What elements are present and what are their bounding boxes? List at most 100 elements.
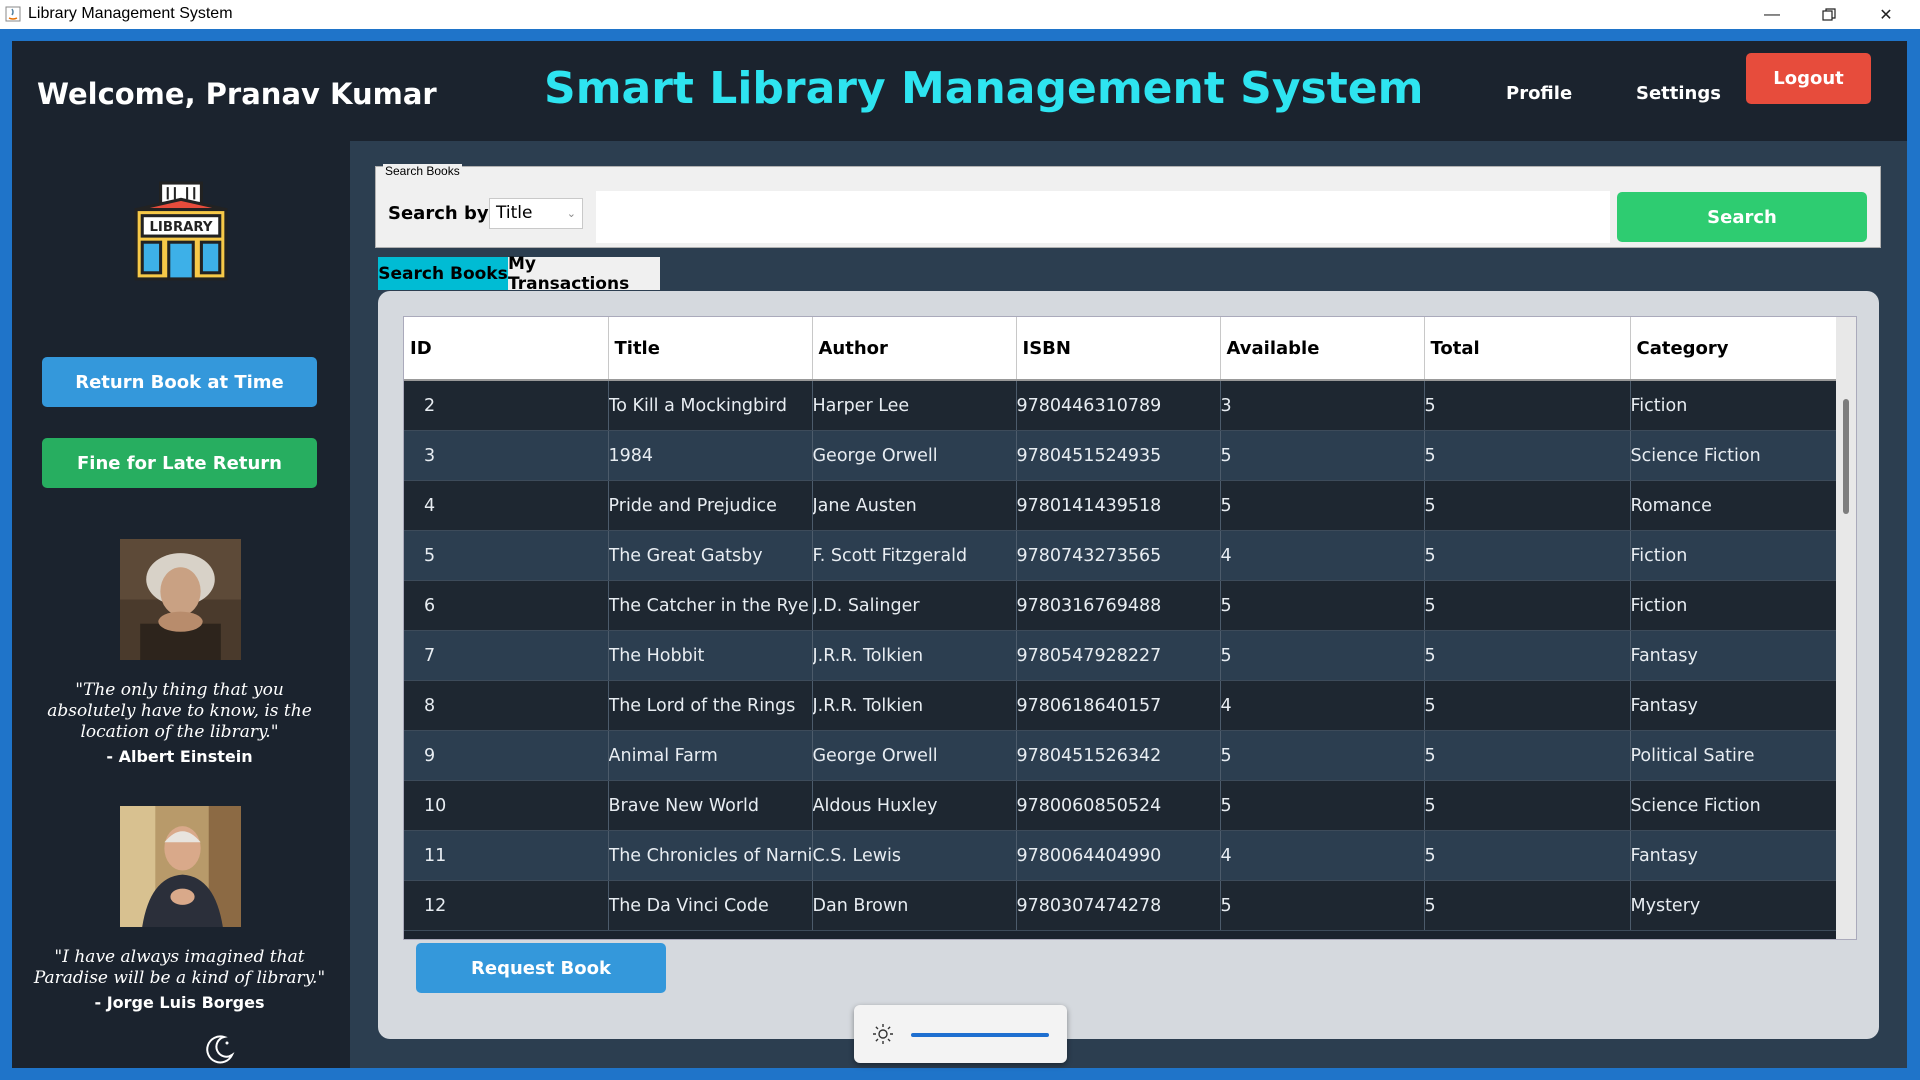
column-header-total[interactable]: Total [1424,317,1631,381]
column-header-title[interactable]: Title [608,317,813,381]
table-scrollbar[interactable] [1836,317,1856,939]
search-by-label: Search by: [388,203,496,224]
table-cell: 9780446310789 [1016,380,1221,431]
brightness-slider[interactable] [911,1033,1049,1037]
theme-toggle-moon-icon[interactable] [202,1031,238,1067]
table-cell: Fantasy [1630,630,1837,681]
app-title: Smart Library Management System [544,63,1424,114]
table-cell: J.R.R. Tolkien [812,630,1017,681]
table-cell: Harper Lee [812,380,1017,431]
scrollbar-thumb[interactable] [1843,399,1849,514]
quote-einstein: "The only thing that you absolutely have… [32,680,327,767]
table-row[interactable]: 3 1984 George Orwell 9780451524935 5 5 Science… [404,430,1837,481]
table-cell: 9780618640157 [1016,680,1221,731]
table-cell: Political Satire [1630,730,1837,781]
table-cell: 9780141439518 [1016,480,1221,531]
quote-author: - Jorge Luis Borges [94,993,265,1012]
table-row[interactable]: 11 The Chronicles of Narnia C.S. Lewis 9780… [404,830,1837,881]
table-cell: Romance [1630,480,1837,531]
books-table-container: ID Title Author ISBN Available Total Cat… [403,316,1857,940]
table-cell: 5 [1424,530,1631,581]
tab-search-books[interactable]: Search Books [378,257,508,290]
table-row[interactable]: 6 The Catcher in the Rye J.D. Salinger 9780… [404,580,1837,631]
table-cell: Fiction [1630,530,1837,581]
table-cell: To Kill a Mockingbird [608,380,813,431]
table-cell: 9780451526342 [1016,730,1221,781]
books-table: ID Title Author ISBN Available Total Cat… [404,317,1837,931]
table-row[interactable]: 4 Pride and Prejudice Jane Austen 978014143… [404,480,1837,531]
table-cell: 5 [1424,880,1631,931]
table-cell: 5 [1424,430,1631,481]
column-header-isbn[interactable]: ISBN [1016,317,1221,381]
profile-link[interactable]: Profile [1506,69,1572,119]
table-cell: 9780743273565 [1016,530,1221,581]
main-content: Search Books Search by: Title ⌄ Search S… [350,141,1907,1068]
table-cell: 5 [1424,480,1631,531]
minimize-icon: — [1764,5,1780,23]
table-cell: J.R.R. Tolkien [812,680,1017,731]
chevron-down-icon: ⌄ [566,207,576,220]
table-cell: 9780064404990 [1016,830,1221,881]
maximize-button[interactable] [1801,0,1857,29]
search-field-select[interactable]: Title ⌄ [489,198,583,229]
search-input[interactable] [596,191,1610,243]
table-cell: Science Fiction [1630,430,1837,481]
table-cell: The Great Gatsby [608,530,813,581]
close-window-button[interactable]: ✕ [1858,0,1914,29]
table-cell: 3 [1220,380,1425,431]
table-cell: Dan Brown [812,880,1017,931]
table-cell: 9780451524935 [1016,430,1221,481]
table-cell: 9780060850524 [1016,780,1221,831]
search-button[interactable]: Search [1617,192,1867,242]
column-header-category[interactable]: Category [1630,317,1837,381]
table-cell: J.D. Salinger [812,580,1017,631]
table-cell: 5 [1424,830,1631,881]
table-cell: The Hobbit [608,630,813,681]
table-cell: Jane Austen [812,480,1017,531]
table-cell: Science Fiction [1630,780,1837,831]
table-cell: 5 [1220,780,1425,831]
request-book-button[interactable]: Request Book [416,943,666,993]
table-row[interactable]: 5 The Great Gatsby F. Scott Fitzgerald 9780… [404,530,1837,581]
table-cell: 5 [1220,480,1425,531]
sidebar: LIBRARY Return Book at Time Fine for Lat… [12,141,352,1064]
return-book-button[interactable]: Return Book at Time [42,357,317,407]
table-cell: 1984 [608,430,813,481]
brightness-sun-icon [873,1024,893,1044]
table-cell: Fantasy [1630,830,1837,881]
table-cell: 2 [404,380,609,431]
search-field-value: Title [496,203,533,223]
table-row[interactable]: 8 The Lord of the Rings J.R.R. Tolkien 9780… [404,680,1837,731]
column-header-available[interactable]: Available [1220,317,1425,381]
table-cell: George Orwell [812,430,1017,481]
table-cell: 5 [1424,730,1631,781]
table-cell: C.S. Lewis [812,830,1017,881]
settings-link[interactable]: Settings [1636,69,1721,119]
table-cell: 5 [1424,380,1631,431]
quote-text: "The only thing that you absolutely have… [47,680,312,742]
table-cell: 9780547928227 [1016,630,1221,681]
table-row[interactable]: 7 The Hobbit J.R.R. Tolkien 9780547928227 5 5… [404,630,1837,681]
table-cell: 5 [1424,780,1631,831]
column-header-id[interactable]: ID [404,317,609,381]
table-cell: 5 [1424,630,1631,681]
svg-text:LIBRARY: LIBRARY [149,220,212,235]
fine-late-return-button[interactable]: Fine for Late Return [42,438,317,488]
table-cell: 5 [1220,580,1425,631]
table-header-row: ID Title Author ISBN Available Total Cat… [404,317,1837,381]
restore-icon [1822,7,1836,21]
logout-button[interactable]: Logout [1746,53,1871,104]
table-row[interactable]: 2 To Kill a Mockingbird Harper Lee 97804463… [404,380,1837,431]
table-row[interactable]: 10 Brave New World Aldous Huxley 9780060850… [404,780,1837,831]
table-row[interactable]: 9 Animal Farm George Orwell 9780451526342 5 5… [404,730,1837,781]
tab-my-transactions[interactable]: My Transactions [508,254,660,294]
table-cell: 5 [1424,580,1631,631]
close-icon: ✕ [1879,6,1893,24]
table-row[interactable]: 12 The Da Vinci Code Dan Brown 978030747427… [404,880,1837,931]
table-cell: 9780307474278 [1016,880,1221,931]
welcome-text: Welcome, Pranav Kumar [37,77,437,111]
app-frame: Welcome, Pranav Kumar Smart Library Mana… [12,41,1907,1068]
minimize-button[interactable]: — [1744,0,1800,29]
column-header-author[interactable]: Author [812,317,1017,381]
library-building-icon: LIBRARY [134,181,228,281]
